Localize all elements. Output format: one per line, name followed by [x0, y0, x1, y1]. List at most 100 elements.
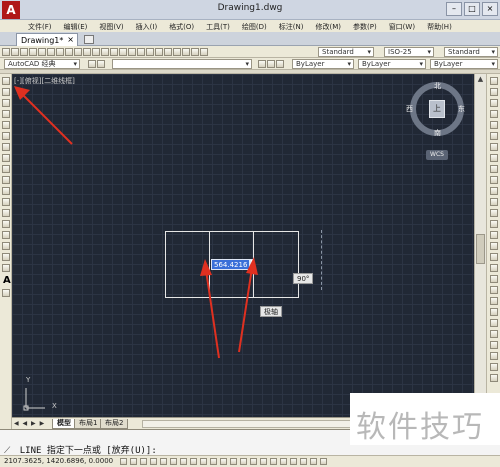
copy-icon[interactable]	[65, 48, 73, 56]
hatch-icon[interactable]	[2, 231, 10, 239]
zoom-window-icon[interactable]	[128, 48, 136, 56]
isolate-icon[interactable]	[310, 458, 317, 465]
osnap-icon[interactable]	[160, 458, 167, 465]
ortho-icon[interactable]	[140, 458, 147, 465]
rectangle-icon[interactable]	[2, 121, 10, 129]
publish-icon[interactable]	[47, 48, 55, 56]
arc-icon[interactable]	[2, 132, 10, 140]
drawing-canvas[interactable]: [-][俯视][二维线框] 上 北 南 东 西 WCS 564.4216 90°…	[12, 74, 474, 417]
layout-nav-buttons[interactable]: ◀ ◀ ▶ ▶	[14, 420, 45, 427]
help-icon[interactable]	[200, 48, 208, 56]
osnap-nearest-icon[interactable]	[490, 352, 498, 360]
sheet-set-icon[interactable]	[173, 48, 181, 56]
color-select[interactable]: ByLayer	[292, 59, 354, 69]
selection-cycling-icon[interactable]	[240, 458, 247, 465]
grid-icon[interactable]	[130, 458, 137, 465]
save-icon[interactable]	[20, 48, 28, 56]
stretch-icon[interactable]	[490, 165, 498, 173]
lineweight-select[interactable]: ByLayer	[430, 59, 498, 69]
menu-help[interactable]: 帮助(H)	[421, 20, 458, 32]
3d-osnap-icon[interactable]	[170, 458, 177, 465]
linetype-select[interactable]: ByLayer	[358, 59, 426, 69]
tool-palettes-icon[interactable]	[164, 48, 172, 56]
dim-style-select[interactable]: ISO-25	[384, 47, 434, 57]
command-prompt[interactable]: ⟋ LINE 指定下一点或 [放弃(U)]:	[4, 443, 157, 456]
ellipse-icon[interactable]	[2, 176, 10, 184]
make-block-icon[interactable]	[2, 209, 10, 217]
tab-layout2[interactable]: 布局2	[100, 419, 129, 429]
osnap-settings-icon[interactable]	[490, 374, 498, 382]
join-icon[interactable]	[490, 220, 498, 228]
horizontal-scrollbar[interactable]	[142, 420, 362, 428]
explode-icon[interactable]	[490, 264, 498, 272]
transparency-icon[interactable]	[220, 458, 227, 465]
layer-previous-icon[interactable]	[267, 60, 275, 68]
insert-block-icon[interactable]	[2, 198, 10, 206]
dyn-icon[interactable]	[200, 458, 207, 465]
offset-icon[interactable]	[490, 110, 498, 118]
tab-model[interactable]: 模型	[52, 419, 76, 429]
cut-icon[interactable]	[56, 48, 64, 56]
compass-east[interactable]: 东	[458, 104, 465, 114]
menu-parametric[interactable]: 参数(P)	[347, 20, 383, 32]
tab-layout1[interactable]: 布局1	[74, 419, 103, 429]
annotation-scale-icon[interactable]	[280, 458, 287, 465]
mirror-icon[interactable]	[490, 99, 498, 107]
menu-window[interactable]: 窗口(W)	[383, 20, 421, 32]
menu-modify[interactable]: 修改(M)	[309, 20, 347, 32]
chamfer-icon[interactable]	[490, 231, 498, 239]
osnap-quadrant-icon[interactable]	[490, 319, 498, 327]
cursor-coordinates[interactable]: 2107.3625, 1420.6896, 0.0000	[4, 457, 113, 465]
zoom-realtime-icon[interactable]	[119, 48, 127, 56]
osnap-intersection-icon[interactable]	[490, 297, 498, 305]
polygon-icon[interactable]	[2, 110, 10, 118]
scale-icon[interactable]	[490, 154, 498, 162]
wcs-menu[interactable]: WCS	[426, 150, 448, 160]
polar-icon[interactable]	[150, 458, 157, 465]
menu-tools[interactable]: 工具(T)	[200, 20, 236, 32]
move-icon[interactable]	[490, 132, 498, 140]
region-icon[interactable]	[2, 253, 10, 261]
new-icon[interactable]	[2, 48, 10, 56]
menu-edit[interactable]: 编辑(E)	[58, 20, 94, 32]
break-at-point-icon[interactable]	[490, 198, 498, 206]
pan-icon[interactable]	[110, 48, 118, 56]
viewport-controls[interactable]: [-][俯视][二维线框]	[14, 76, 75, 86]
minimize-icon[interactable]: –	[446, 2, 462, 16]
osnap-perpendicular-icon[interactable]	[490, 341, 498, 349]
gradient-icon[interactable]	[2, 242, 10, 250]
trim-icon[interactable]	[490, 176, 498, 184]
osnap-center-icon[interactable]	[490, 308, 498, 316]
tab-close-icon[interactable]: ×	[67, 35, 74, 44]
osnap-none-icon[interactable]	[490, 363, 498, 371]
maximize-icon[interactable]: □	[464, 2, 480, 16]
zoom-previous-icon[interactable]	[137, 48, 145, 56]
lock-icon[interactable]	[300, 458, 307, 465]
menu-view[interactable]: 视图(V)	[93, 20, 129, 32]
osnap-tangent-icon[interactable]	[490, 330, 498, 338]
menu-insert[interactable]: 插入(I)	[130, 20, 164, 32]
markup-icon[interactable]	[182, 48, 190, 56]
vertical-scrollbar[interactable]: ▲ ▼	[474, 74, 486, 417]
close-icon[interactable]: ×	[482, 2, 498, 16]
match-properties-icon[interactable]	[83, 48, 91, 56]
table-style-select[interactable]: Standard	[444, 47, 498, 57]
polyline-icon[interactable]	[2, 99, 10, 107]
multiline-text-icon[interactable]: A	[3, 275, 11, 286]
compass-west[interactable]: 西	[406, 104, 413, 114]
dynamic-input-value[interactable]: 564.4216	[211, 259, 251, 270]
otrack-icon[interactable]	[180, 458, 187, 465]
workspace-select[interactable]: AutoCAD 经典	[4, 59, 80, 69]
table-icon[interactable]	[2, 264, 10, 272]
clean-screen-icon[interactable]	[320, 458, 327, 465]
line-icon[interactable]	[2, 77, 10, 85]
redo-icon[interactable]	[101, 48, 109, 56]
quick-properties-icon[interactable]	[230, 458, 237, 465]
dynamic-input[interactable]: 564.4216	[211, 259, 255, 270]
rotate-icon[interactable]	[490, 143, 498, 151]
workspace-switch-icon[interactable]	[290, 458, 297, 465]
model-space-icon[interactable]	[250, 458, 257, 465]
properties-icon[interactable]	[146, 48, 154, 56]
compass-north[interactable]: 北	[434, 81, 441, 91]
menu-format[interactable]: 格式(O)	[163, 20, 200, 32]
